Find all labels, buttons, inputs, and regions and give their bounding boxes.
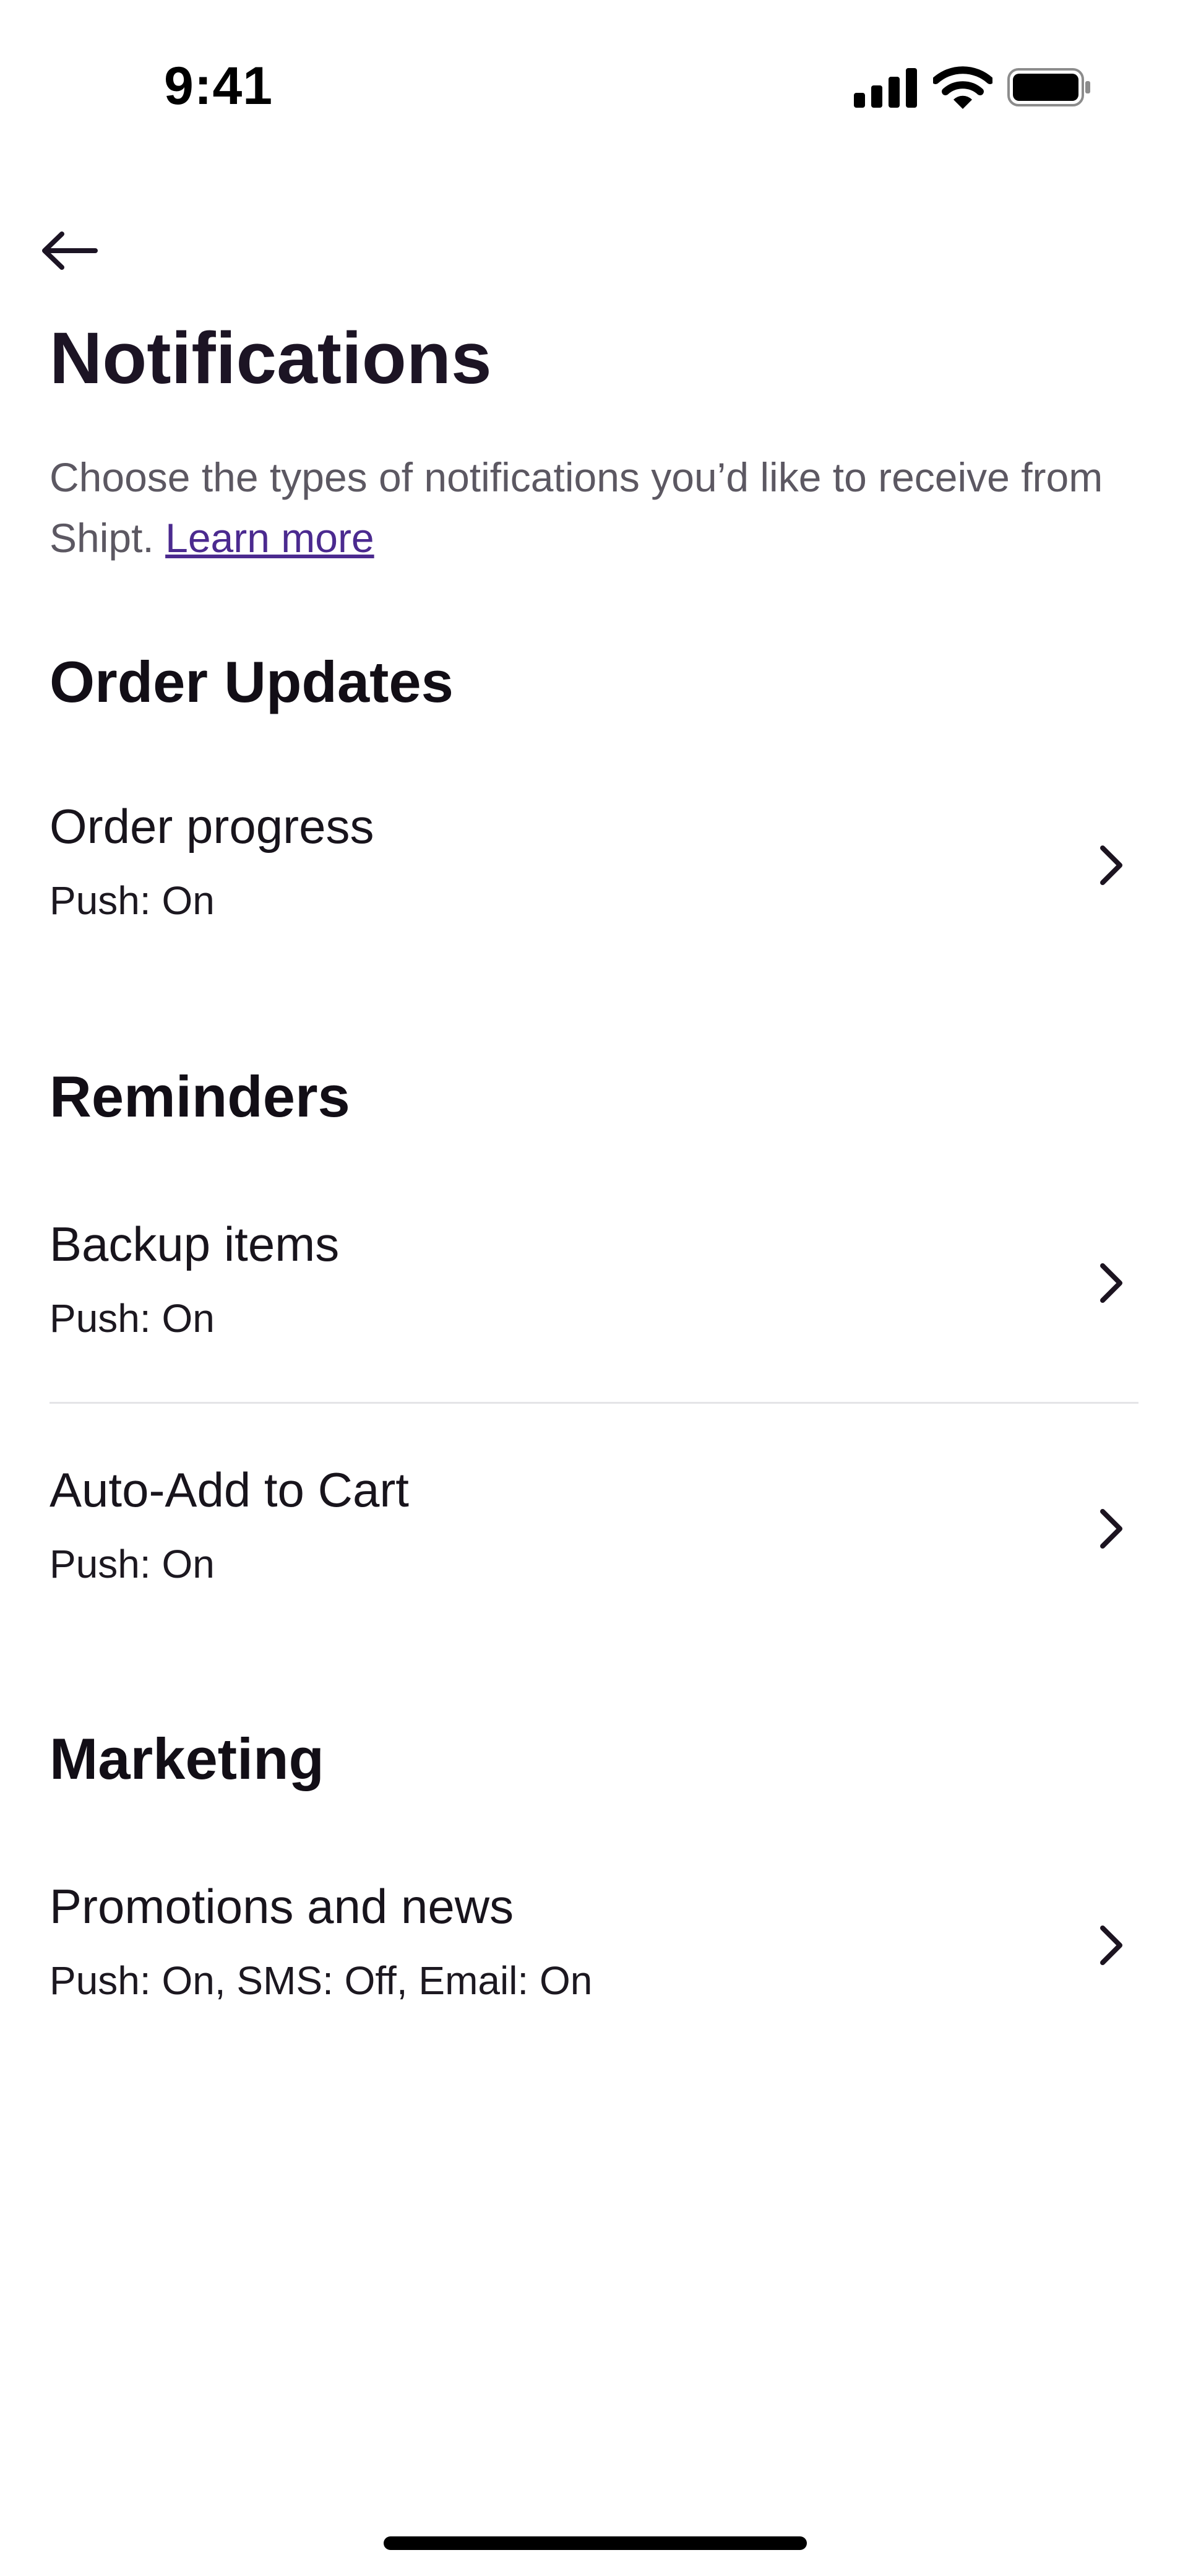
status-time: 9:41 (164, 56, 273, 116)
battery-icon (1007, 68, 1090, 106)
chevron-right-icon (1100, 1926, 1122, 1965)
row-divider (50, 1402, 1138, 1404)
settings-row-promotions-and-news[interactable]: Promotions and news Push: On, SMS: Off, … (50, 1878, 1138, 2064)
row-status: Push: On, SMS: Off, Email: On (50, 1958, 593, 2003)
row-title: Order progress (50, 799, 374, 854)
status-bar: 9:41 (0, 0, 1188, 149)
page-description: Choose the types of notifications you’d … (50, 447, 1138, 568)
settings-row-backup-items[interactable]: Backup items Push: On (50, 1216, 1138, 1402)
chevron-right-icon (1100, 845, 1122, 885)
row-title: Backup items (50, 1217, 340, 1271)
settings-row-auto-add-to-cart[interactable]: Auto-Add to Cart Push: On (50, 1462, 1138, 1648)
chevron-right-icon (1100, 1509, 1122, 1549)
section-title-reminders: Reminders (50, 1064, 350, 1129)
chevron-right-icon (1100, 1263, 1122, 1303)
section-title-marketing: Marketing (50, 1726, 324, 1791)
signal-icon (854, 68, 917, 108)
row-status: Push: On (50, 1542, 215, 1586)
row-status: Push: On (50, 1296, 215, 1341)
row-status: Push: On (50, 878, 215, 923)
settings-row-order-progress[interactable]: Order progress Push: On (50, 798, 1138, 984)
row-title: Promotions and news (50, 1879, 514, 1934)
home-indicator[interactable] (384, 2536, 807, 2550)
page-title: Notifications (50, 318, 492, 399)
arrow-left-icon (42, 231, 98, 270)
row-title: Auto-Add to Cart (50, 1463, 409, 1517)
section-title-order-updates: Order Updates (50, 649, 454, 714)
back-button[interactable] (38, 223, 113, 279)
learn-more-link[interactable]: Learn more (165, 515, 374, 561)
wifi-icon (933, 66, 992, 109)
